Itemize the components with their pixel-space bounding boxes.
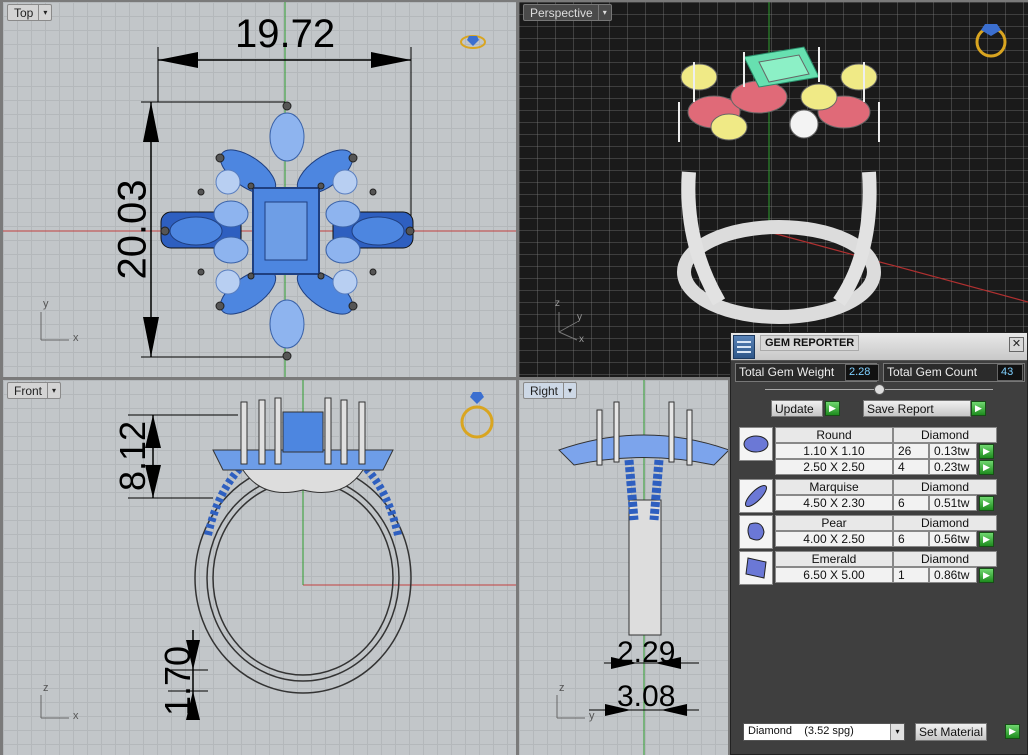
gem-size: 4.00 X 2.50: [775, 531, 893, 547]
gem-material: Diamond: [893, 515, 997, 531]
gem-material: Diamond: [893, 427, 997, 443]
axis-z-label: z: [559, 682, 565, 694]
viewport-title-label: Top: [14, 6, 34, 20]
gem-count: 6: [893, 531, 929, 547]
panel-title: GEM REPORTER: [760, 335, 860, 351]
set-material-go-icon[interactable]: ▶: [1005, 724, 1020, 739]
close-icon[interactable]: ✕: [1009, 337, 1024, 352]
chevron-down-icon[interactable]: ▾: [890, 724, 904, 740]
dimension-height: 20.03: [110, 179, 155, 280]
viewport-right[interactable]: z y 2.29 3.08 Right ▾: [519, 380, 728, 755]
gem-group-round: Round Diamond 1.10 X 1.10 26 0.13tw ▶ 2.…: [739, 427, 997, 475]
save-report-go-icon[interactable]: ▶: [971, 401, 986, 416]
slider-handle[interactable]: [874, 384, 885, 395]
viewport-title-label: Front: [14, 384, 43, 398]
gem-group-pear: Pear Diamond 4.00 X 2.50 6 0.56tw ▶: [739, 515, 997, 549]
axis-x-label: x: [73, 710, 79, 722]
axis-x-label: x: [73, 332, 79, 344]
top-view-drawing: [3, 2, 516, 377]
emerald-gem-icon: [739, 551, 773, 585]
axis-x-label: x: [579, 334, 584, 345]
dimension-shank-height: 1.70: [157, 645, 199, 717]
panel-header: GEM REPORTER ✕: [731, 333, 1027, 361]
viewport-top[interactable]: y x 19.72 20.03 Top ▾: [3, 2, 516, 377]
gem-size: 2.50 X 2.50: [775, 459, 893, 475]
axis-z-label: z: [555, 298, 560, 309]
front-view-drawing: [40, 380, 516, 720]
axis-z-label: z: [43, 682, 49, 694]
axis-y-label: y: [577, 312, 582, 323]
viewport-title-label: Right: [530, 384, 559, 398]
viewport-title-front[interactable]: Front ▾: [7, 382, 62, 399]
axis-y-label: y: [43, 298, 49, 310]
chevron-down-icon[interactable]: ▾: [38, 5, 51, 20]
gem-material: Diamond: [893, 479, 997, 495]
marquise-gem-icon: [739, 479, 773, 513]
viewport-title-label: Perspective: [530, 6, 593, 20]
select-gem-icon[interactable]: ▶: [979, 444, 994, 459]
gem-size: 1.10 X 1.10: [775, 443, 893, 459]
axis-y-label: y: [589, 710, 595, 722]
gem-shape: Round: [775, 427, 893, 443]
gem-count: 1: [893, 567, 929, 583]
viewport-front[interactable]: z x 8.12 1.70 Front ▾: [3, 380, 516, 755]
gem-shape: Pear: [775, 515, 893, 531]
gem-weight: 0.56tw: [929, 531, 977, 547]
gem-count: 6: [893, 495, 929, 511]
viewport-title-right[interactable]: Right ▾: [523, 382, 578, 399]
dimension-prong-height: 8.12: [112, 420, 154, 492]
set-material-label: Set Material: [919, 725, 984, 739]
select-gem-icon[interactable]: ▶: [979, 568, 994, 583]
update-button[interactable]: Update: [771, 400, 823, 417]
gem-reporter-logo-icon: [733, 335, 755, 359]
gem-group-marquise: Marquise Diamond 4.50 X 2.30 6 0.51tw ▶: [739, 479, 997, 513]
viewport-title-perspective[interactable]: Perspective ▾: [523, 4, 612, 21]
round-gem-icon: [739, 427, 773, 461]
gem-count: 4: [893, 459, 929, 475]
perspective-grid: [519, 2, 1028, 377]
gem-reporter-panel: GEM REPORTER ✕ Total Gem Weight 2.28 Tot…: [730, 332, 1028, 755]
update-go-icon[interactable]: ▶: [825, 401, 840, 416]
save-report-label: Save Report: [867, 402, 934, 416]
dimension-inner: 2.29: [617, 636, 676, 669]
material-bar: Diamond (3.52 spg) ▾ Set Material ▶: [741, 721, 1021, 743]
material-select[interactable]: Diamond (3.52 spg) ▾: [743, 723, 905, 741]
gem-shape: Marquise: [775, 479, 893, 495]
viewport-title-top[interactable]: Top ▾: [7, 4, 53, 21]
gem-material: Diamond: [893, 551, 997, 567]
gem-count: 26: [893, 443, 929, 459]
gem-weight: 0.86tw: [929, 567, 977, 583]
total-count-value: 43: [997, 364, 1023, 381]
chevron-down-icon[interactable]: ▾: [47, 383, 60, 398]
total-weight-value: 2.28: [845, 364, 879, 381]
select-gem-icon[interactable]: ▶: [979, 532, 994, 547]
select-gem-icon[interactable]: ▶: [979, 460, 994, 475]
update-label: Update: [775, 402, 814, 416]
viewport-perspective[interactable]: z y x Perspective ▾: [519, 2, 1028, 377]
dimension-width: 19.72: [235, 12, 336, 56]
gem-shape: Emerald: [775, 551, 893, 567]
pear-gem-icon: [739, 515, 773, 549]
material-select-value: Diamond (3.52 spg): [748, 725, 854, 737]
gem-weight: 0.23tw: [929, 459, 977, 475]
chevron-down-icon[interactable]: ▾: [563, 383, 576, 398]
gem-summary: Total Gem Weight 2.28 Total Gem Count 43: [735, 363, 1025, 383]
gem-weight: 0.51tw: [929, 495, 977, 511]
chevron-down-icon[interactable]: ▾: [597, 5, 611, 20]
gem-weight: 0.13tw: [929, 443, 977, 459]
gem-size: 4.50 X 2.30: [775, 495, 893, 511]
gem-size: 6.50 X 5.00: [775, 567, 893, 583]
select-gem-icon[interactable]: ▶: [979, 496, 994, 511]
save-report-button[interactable]: Save Report: [863, 400, 971, 417]
dimension-outer: 3.08: [617, 680, 676, 713]
gem-group-emerald: Emerald Diamond 6.50 X 5.00 1 0.86tw ▶: [739, 551, 997, 585]
set-material-button[interactable]: Set Material: [915, 723, 988, 741]
